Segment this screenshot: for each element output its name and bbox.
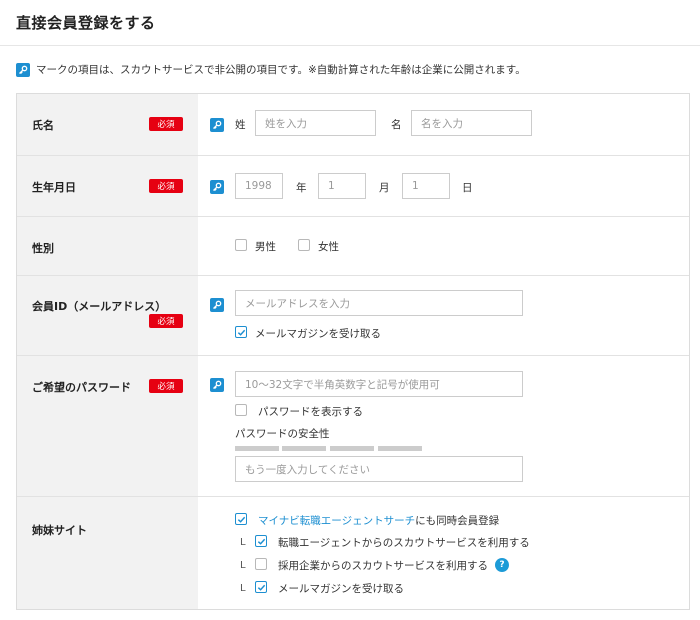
- key-icon: [210, 378, 224, 392]
- row-sister-site: 姉妹サイト マイナビ転職エージェントサーチにも同時会員登録 L 転職エージェント…: [17, 496, 689, 609]
- newsletter-label: メールマガジンを受け取る: [255, 328, 381, 340]
- male-label: 男性: [255, 241, 276, 253]
- row-gender: 性別 男性 女性: [17, 216, 689, 275]
- row-label-cell: 会員ID（メールアドレス） 必須: [17, 276, 198, 355]
- checkmark-icon: [237, 516, 245, 523]
- row-field-cell: マイナビ転職エージェントサーチにも同時会員登録 L 転職エージェントからのスカウ…: [198, 497, 689, 609]
- company-scout-checkbox[interactable]: [255, 558, 267, 570]
- female-label: 女性: [318, 241, 339, 253]
- sister-register-label: マイナビ転職エージェントサーチにも同時会員登録: [258, 513, 499, 528]
- password-confirm-input[interactable]: もう一度入力してください: [235, 456, 523, 482]
- birth-year-input[interactable]: 1998: [235, 173, 283, 199]
- registration-form: 氏名 必須 姓 姓を入力 名 名を入力 生年月日 必須 1998 年 1 月 1: [16, 93, 690, 610]
- company-scout-label: 採用企業からのスカウトサービスを利用する: [278, 560, 488, 572]
- key-icon: [16, 62, 30, 77]
- password-label: ご希望のパスワード: [32, 381, 131, 394]
- sister-newsletter-checkbox[interactable]: [255, 581, 267, 593]
- show-password-label: パスワードを表示する: [258, 406, 363, 418]
- mei-label: 名: [391, 119, 402, 131]
- male-checkbox[interactable]: [235, 239, 247, 251]
- key-icon: [210, 118, 224, 132]
- name-label: 氏名: [32, 119, 54, 132]
- branch-mark: L: [240, 560, 246, 571]
- gender-label: 性別: [32, 242, 54, 255]
- row-label-cell: 生年月日 必須: [17, 156, 198, 216]
- checkmark-icon: [257, 538, 265, 545]
- checkmark-icon: [237, 329, 245, 336]
- password-strength-label: パスワードの安全性: [235, 428, 330, 440]
- page-header: 直接会員登録をする: [0, 0, 700, 46]
- private-note-text: マークの項目は、スカウトサービスで非公開の項目です。※自動計算された年齢は企業に…: [36, 64, 526, 76]
- sister-site-label: 姉妹サイト: [32, 524, 87, 537]
- required-badge: 必須: [149, 117, 183, 131]
- day-unit: 日: [462, 182, 473, 194]
- row-label-cell: 姉妹サイト: [17, 497, 198, 609]
- sei-label: 姓: [235, 119, 246, 131]
- member-id-label: 会員ID（メールアドレス）: [32, 300, 167, 313]
- birth-month-input[interactable]: 1: [318, 173, 366, 199]
- agent-search-link[interactable]: マイナビ転職エージェントサーチ: [258, 515, 415, 527]
- row-label-cell: 性別: [17, 217, 198, 275]
- required-badge: 必須: [149, 179, 183, 193]
- mei-input[interactable]: 名を入力: [411, 110, 532, 136]
- required-badge: 必須: [149, 379, 183, 393]
- password-input[interactable]: 10～32文字で半角英数字と記号が使用可: [235, 371, 523, 397]
- row-field-cell: 1998 年 1 月 1 日: [198, 156, 689, 216]
- required-badge: 必須: [149, 314, 183, 328]
- row-field-cell: 10～32文字で半角英数字と記号が使用可 パスワードを表示する パスワードの安全…: [198, 356, 689, 496]
- strength-meter-segment: [235, 446, 279, 451]
- sister-register-suffix: にも同時会員登録: [415, 515, 500, 527]
- key-icon: [210, 298, 224, 312]
- year-unit: 年: [296, 182, 307, 194]
- row-birthday: 生年月日 必須 1998 年 1 月 1 日: [17, 155, 689, 216]
- row-field-cell: メールアドレスを入力 メールマガジンを受け取る: [198, 276, 689, 355]
- female-checkbox[interactable]: [298, 239, 310, 251]
- page-title: 直接会員登録をする: [16, 14, 156, 32]
- agent-scout-checkbox[interactable]: [255, 535, 267, 547]
- branch-mark: L: [240, 537, 246, 548]
- birthday-label: 生年月日: [32, 181, 76, 194]
- key-icon: [210, 180, 224, 194]
- row-label-cell: ご希望のパスワード 必須: [17, 356, 198, 496]
- row-member-id: 会員ID（メールアドレス） 必須 メールアドレスを入力 メールマガジンを受け取る: [17, 275, 689, 355]
- row-field-cell: 姓 姓を入力 名 名を入力: [198, 94, 689, 155]
- sei-input[interactable]: 姓を入力: [255, 110, 376, 136]
- month-unit: 月: [379, 182, 390, 194]
- row-label-cell: 氏名 必須: [17, 94, 198, 155]
- help-icon[interactable]: ?: [495, 558, 509, 572]
- private-note: マークの項目は、スカウトサービスで非公開の項目です。※自動計算された年齢は企業に…: [16, 62, 526, 77]
- show-password-checkbox[interactable]: [235, 404, 247, 416]
- birth-day-input[interactable]: 1: [402, 173, 450, 199]
- strength-meter-segment: [330, 446, 374, 451]
- sister-newsletter-label: メールマガジンを受け取る: [278, 583, 404, 595]
- strength-meter-segment: [282, 446, 326, 451]
- email-input[interactable]: メールアドレスを入力: [235, 290, 523, 316]
- checkmark-icon: [257, 584, 265, 591]
- row-name: 氏名 必須 姓 姓を入力 名 名を入力: [17, 94, 689, 155]
- newsletter-checkbox[interactable]: [235, 326, 247, 338]
- row-field-cell: 男性 女性: [198, 217, 689, 275]
- row-password: ご希望のパスワード 必須 10～32文字で半角英数字と記号が使用可 パスワードを…: [17, 355, 689, 496]
- branch-mark: L: [240, 583, 246, 594]
- strength-meter-segment: [378, 446, 422, 451]
- agent-scout-label: 転職エージェントからのスカウトサービスを利用する: [278, 537, 530, 549]
- sister-register-checkbox[interactable]: [235, 513, 247, 525]
